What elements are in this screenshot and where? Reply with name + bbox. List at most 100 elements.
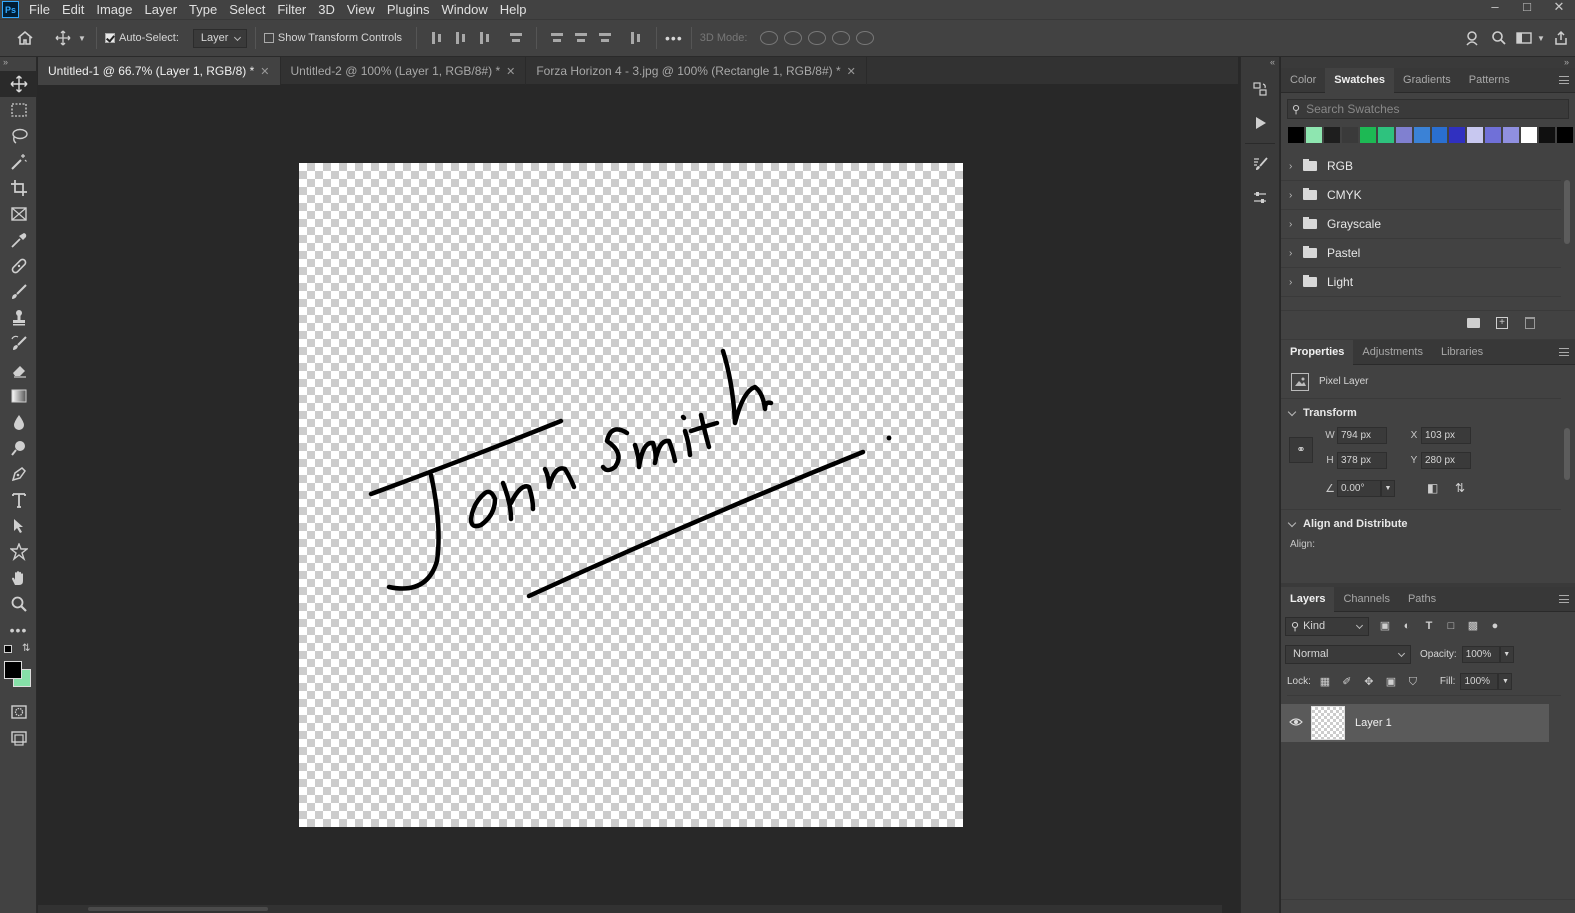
foreground-color-swatch[interactable] bbox=[4, 661, 22, 679]
tab-swatches[interactable]: Swatches bbox=[1325, 67, 1395, 93]
angle-field[interactable]: 0.00° bbox=[1337, 480, 1381, 497]
magic-wand-tool-icon[interactable] bbox=[0, 149, 37, 175]
close-tab-icon[interactable]: ✕ bbox=[260, 65, 269, 78]
menu-type[interactable]: Type bbox=[183, 0, 223, 19]
screen-mode-icon[interactable] bbox=[0, 725, 37, 751]
marquee-tool-icon[interactable] bbox=[0, 97, 37, 123]
menu-view[interactable]: View bbox=[341, 0, 381, 19]
brush-settings-icon[interactable] bbox=[1246, 150, 1274, 178]
clone-stamp-tool-icon[interactable] bbox=[0, 305, 37, 331]
swatch-folder-light[interactable]: › Light bbox=[1281, 268, 1561, 297]
filter-toggle-icon[interactable]: ● bbox=[1489, 620, 1501, 632]
tab-gradients[interactable]: Gradients bbox=[1394, 68, 1460, 93]
swatches-scrollbar-thumb[interactable] bbox=[1564, 180, 1570, 244]
swatch-folder-grayscale[interactable]: › Grayscale bbox=[1281, 210, 1561, 239]
color-swatch[interactable] bbox=[1539, 127, 1556, 143]
fill-field[interactable]: 100% bbox=[1460, 673, 1499, 690]
slide-3d-icon[interactable] bbox=[832, 31, 851, 45]
path-selection-tool-icon[interactable] bbox=[0, 513, 37, 539]
lock-image-icon[interactable]: ✐ bbox=[1341, 676, 1353, 688]
color-swatch[interactable] bbox=[1305, 127, 1322, 143]
chevron-down-icon[interactable]: ▼ bbox=[76, 34, 88, 43]
brush-tool-icon[interactable] bbox=[0, 279, 37, 305]
panel-menu-icon[interactable] bbox=[1559, 348, 1569, 356]
doc-tab-untitled-2[interactable]: Untitled-2 @ 100% (Layer 1, RGB/8#) * ✕ bbox=[281, 57, 527, 85]
doc-tab-forza-horizon[interactable]: Forza Horizon 4 - 3.jpg @ 100% (Rectangl… bbox=[526, 57, 867, 85]
link-dimensions-icon[interactable]: ⚭ bbox=[1289, 437, 1313, 463]
blend-mode-dropdown[interactable]: Normal bbox=[1285, 644, 1411, 664]
menu-3d[interactable]: 3D bbox=[312, 0, 341, 19]
chevron-down-icon[interactable]: ▼ bbox=[1499, 645, 1514, 663]
auto-select-target-dropdown[interactable]: Layer bbox=[192, 28, 247, 48]
history-panel-icon[interactable] bbox=[1246, 75, 1274, 103]
filter-kind-dropdown[interactable]: ⚲ Kind bbox=[1285, 616, 1369, 636]
layer-thumbnail[interactable] bbox=[1311, 706, 1345, 740]
y-field[interactable]: 280 px bbox=[1421, 452, 1471, 469]
lock-position-icon[interactable]: ✥ bbox=[1363, 676, 1375, 688]
color-swatch[interactable] bbox=[1485, 127, 1502, 143]
tab-layers[interactable]: Layers bbox=[1281, 586, 1335, 612]
delete-swatch-icon[interactable] bbox=[1525, 317, 1535, 329]
color-swatch[interactable] bbox=[1431, 127, 1448, 143]
tab-libraries[interactable]: Libraries bbox=[1432, 340, 1492, 365]
zoom-tool-icon[interactable] bbox=[0, 591, 37, 617]
collapse-right-dock-icon[interactable]: » bbox=[1564, 57, 1569, 67]
quick-mask-icon[interactable] bbox=[0, 699, 37, 725]
x-field[interactable]: 103 px bbox=[1421, 427, 1471, 444]
maximize-icon[interactable]: □ bbox=[1511, 0, 1543, 19]
menu-help[interactable]: Help bbox=[494, 0, 533, 19]
panel-menu-icon[interactable] bbox=[1559, 76, 1569, 84]
align-vertical-center-icon[interactable] bbox=[574, 31, 588, 45]
document-canvas[interactable] bbox=[299, 163, 963, 827]
close-tab-icon[interactable]: ✕ bbox=[506, 65, 515, 78]
scale-3d-icon[interactable] bbox=[856, 31, 875, 45]
filter-shape-icon[interactable]: □ bbox=[1445, 620, 1457, 632]
align-left-icon[interactable] bbox=[430, 31, 444, 45]
align-distribute-section-header[interactable]: Align and Distribute bbox=[1281, 518, 1575, 530]
home-icon[interactable] bbox=[0, 30, 50, 46]
eraser-tool-icon[interactable] bbox=[0, 357, 37, 383]
auto-select-checkbox[interactable] bbox=[105, 33, 115, 43]
lock-all-icon[interactable]: ⛉ bbox=[1407, 676, 1419, 688]
actions-play-icon[interactable] bbox=[1246, 109, 1274, 137]
move-tool-icon[interactable] bbox=[0, 71, 37, 97]
width-field[interactable]: 794 px bbox=[1337, 427, 1387, 444]
menu-edit[interactable]: Edit bbox=[56, 0, 90, 19]
swap-colors-icon[interactable]: ⇅ bbox=[22, 643, 30, 654]
chevron-down-icon[interactable]: ▼ bbox=[1535, 34, 1547, 43]
roll-3d-icon[interactable] bbox=[784, 31, 803, 45]
history-brush-tool-icon[interactable] bbox=[0, 331, 37, 357]
tab-properties[interactable]: Properties bbox=[1281, 339, 1354, 365]
menu-image[interactable]: Image bbox=[90, 0, 138, 19]
share-icon[interactable] bbox=[1547, 30, 1575, 46]
color-swatch[interactable] bbox=[1449, 127, 1466, 143]
menu-layer[interactable]: Layer bbox=[139, 0, 184, 19]
flip-horizontal-icon[interactable]: ◧ bbox=[1427, 481, 1438, 495]
tab-adjustments[interactable]: Adjustments bbox=[1353, 340, 1432, 365]
menu-plugins[interactable]: Plugins bbox=[381, 0, 436, 19]
learn-icon[interactable] bbox=[1459, 30, 1485, 46]
color-swatch[interactable] bbox=[1557, 127, 1573, 143]
canvas-work-area[interactable] bbox=[38, 85, 1222, 905]
menu-window[interactable]: Window bbox=[435, 0, 493, 19]
align-bottom-icon[interactable] bbox=[598, 31, 612, 45]
color-swatch[interactable] bbox=[1503, 127, 1520, 143]
pan-3d-icon[interactable] bbox=[808, 31, 827, 45]
filter-type-icon[interactable]: T bbox=[1423, 620, 1435, 632]
search-icon[interactable] bbox=[1485, 30, 1513, 46]
menu-filter[interactable]: Filter bbox=[271, 0, 312, 19]
move-tool-preset-icon[interactable] bbox=[50, 30, 76, 46]
minimize-icon[interactable]: – bbox=[1479, 0, 1511, 19]
hand-tool-icon[interactable] bbox=[0, 565, 37, 591]
align-right-icon[interactable] bbox=[478, 31, 492, 45]
close-window-icon[interactable]: ✕ bbox=[1543, 0, 1575, 19]
more-options-icon[interactable]: ••• bbox=[665, 30, 683, 46]
align-top-icon[interactable] bbox=[550, 31, 564, 45]
chevron-down-icon[interactable]: ▼ bbox=[1381, 480, 1395, 497]
visibility-eye-icon[interactable] bbox=[1289, 716, 1303, 730]
type-tool-icon[interactable] bbox=[0, 487, 37, 513]
custom-shape-tool-icon[interactable] bbox=[0, 539, 37, 565]
collapse-dock-icon[interactable]: « bbox=[1241, 57, 1279, 69]
horizontal-scrollbar[interactable] bbox=[38, 905, 1222, 913]
blur-tool-icon[interactable] bbox=[0, 409, 37, 435]
